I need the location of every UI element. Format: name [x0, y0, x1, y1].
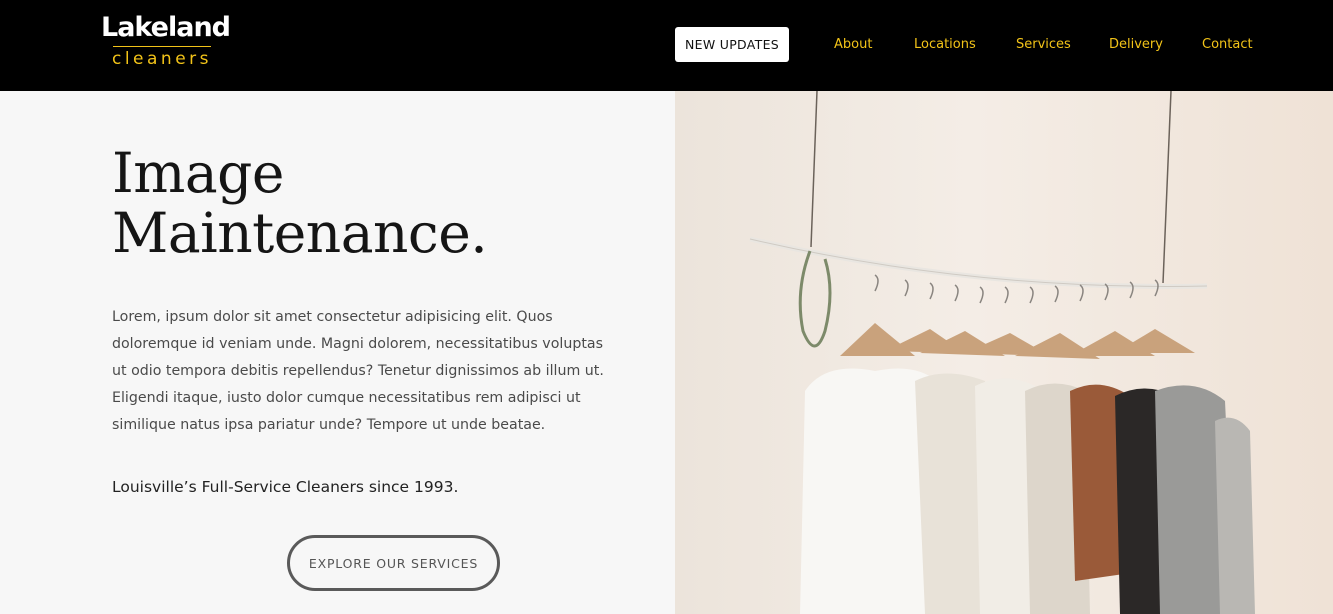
- page-title-line-1: Image: [112, 141, 284, 205]
- nav-services[interactable]: Services: [1016, 36, 1071, 53]
- explore-services-button[interactable]: EXPLORE OUR SERVICES: [287, 535, 500, 591]
- logo-wordmark: Lakeland: [101, 12, 231, 43]
- nav-contact[interactable]: Contact: [1202, 36, 1253, 53]
- logo-divider: [113, 46, 211, 47]
- nav-locations[interactable]: Locations: [914, 36, 976, 53]
- new-updates-button[interactable]: NEW UPDATES: [675, 27, 789, 62]
- tagline: Louisville’s Full-Service Cleaners since…: [112, 478, 459, 496]
- nav-delivery[interactable]: Delivery: [1109, 36, 1163, 53]
- clothing-rack-image: [675, 91, 1333, 614]
- nav-about[interactable]: About: [834, 36, 872, 53]
- page-title: Image Maintenance.: [112, 143, 632, 263]
- logo[interactable]: Lakeland cleaners: [101, 12, 231, 69]
- logo-subtitle: cleaners: [111, 49, 213, 69]
- site-header: Lakeland cleaners NEW UPDATES About Loca…: [0, 0, 1333, 91]
- intro-paragraph: Lorem, ipsum dolor sit amet consectetur …: [112, 309, 604, 433]
- page-title-line-2: Maintenance.: [112, 201, 488, 265]
